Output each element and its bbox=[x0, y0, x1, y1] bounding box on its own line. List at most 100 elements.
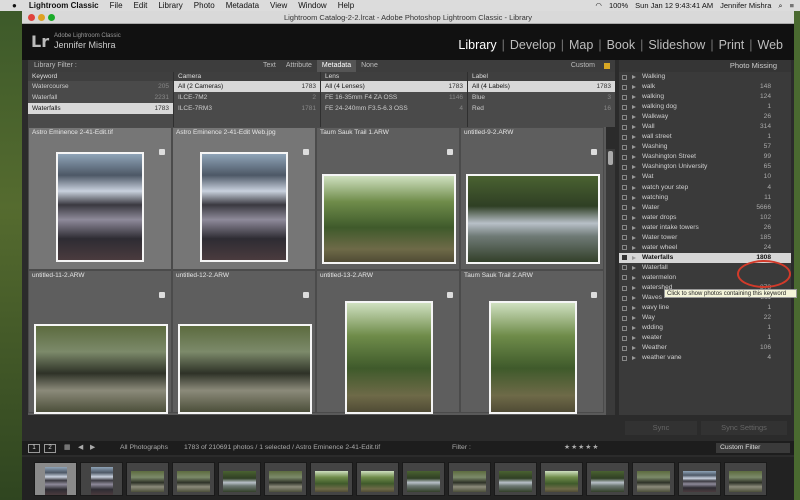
disclosure-triangle-icon[interactable] bbox=[632, 75, 636, 80]
filmstrip-thumb[interactable] bbox=[724, 462, 767, 496]
keyword-checkbox[interactable] bbox=[622, 345, 627, 351]
app-menu[interactable]: Lightroom Classic bbox=[29, 1, 99, 10]
disclosure-triangle-icon[interactable] bbox=[632, 195, 636, 200]
filmstrip-thumb[interactable] bbox=[448, 462, 491, 496]
grid-cell[interactable]: untitled-12-2.ARW bbox=[172, 270, 316, 414]
disclosure-triangle-icon[interactable] bbox=[632, 205, 636, 210]
minimize-window-icon[interactable] bbox=[38, 14, 45, 21]
missing-photo-icon[interactable] bbox=[159, 149, 165, 155]
menu-photo[interactable]: Photo bbox=[194, 1, 215, 10]
photo-thumbnail[interactable] bbox=[178, 324, 312, 414]
wifi-icon[interactable]: ◠ bbox=[595, 1, 602, 10]
scrollbar-thumb[interactable] bbox=[608, 151, 613, 165]
keyword-row[interactable]: walking 124 bbox=[619, 92, 791, 102]
browser-row-selected[interactable]: All (2 Cameras) 1783 bbox=[174, 81, 320, 92]
module-slideshow[interactable]: Slideshow bbox=[643, 38, 710, 52]
disclosure-triangle-icon[interactable] bbox=[632, 135, 636, 140]
keyword-checkbox[interactable] bbox=[622, 124, 627, 130]
keyword-row[interactable]: wall street 1 bbox=[619, 132, 791, 142]
keyword-checkbox[interactable] bbox=[622, 174, 627, 180]
disclosure-triangle-icon[interactable] bbox=[632, 245, 636, 250]
filmstrip-thumb[interactable] bbox=[586, 462, 629, 496]
forward-arrow-icon[interactable]: ▶ bbox=[90, 441, 95, 455]
back-arrow-icon[interactable]: ◀ bbox=[78, 441, 83, 455]
photo-thumbnail[interactable] bbox=[489, 301, 577, 414]
keyword-row[interactable]: Wat 10 bbox=[619, 172, 791, 182]
disclosure-triangle-icon[interactable] bbox=[632, 215, 636, 220]
missing-photo-icon[interactable] bbox=[159, 292, 165, 298]
disclosure-triangle-icon[interactable] bbox=[632, 185, 636, 190]
keyword-row[interactable]: water drops 102 bbox=[619, 213, 791, 223]
source-name[interactable]: All Photographs bbox=[120, 441, 168, 455]
keyword-checkbox[interactable] bbox=[622, 205, 627, 211]
keyword-row[interactable]: Water tower 185 bbox=[619, 233, 791, 243]
photo-thumbnail[interactable] bbox=[200, 152, 288, 262]
filter-tab-none[interactable]: None bbox=[356, 60, 383, 72]
clock[interactable]: Sun Jan 12 9:43:41 AM bbox=[635, 1, 713, 10]
disclosure-triangle-icon[interactable] bbox=[632, 155, 636, 160]
column-header[interactable]: Camera bbox=[174, 72, 320, 81]
keyword-row[interactable]: water wheel 24 bbox=[619, 243, 791, 253]
keyword-checkbox[interactable] bbox=[622, 355, 627, 361]
keyword-checkbox[interactable] bbox=[622, 245, 627, 251]
menu-view[interactable]: View bbox=[270, 1, 287, 10]
keyword-row[interactable]: weater 1 bbox=[619, 333, 791, 343]
module-library[interactable]: Library bbox=[453, 38, 501, 52]
keyword-checkbox[interactable] bbox=[622, 185, 627, 191]
keyword-row[interactable]: watch your step 4 bbox=[619, 183, 791, 193]
custom-filter-dropdown[interactable]: Custom Filter bbox=[716, 443, 790, 453]
keyword-row[interactable]: Walking bbox=[619, 72, 791, 82]
panel-header[interactable]: Photo Missing bbox=[619, 60, 791, 72]
missing-photo-icon[interactable] bbox=[447, 149, 453, 155]
rating-filter-stars[interactable]: ★★★★★ bbox=[564, 441, 599, 455]
filmstrip-thumb[interactable] bbox=[540, 462, 583, 496]
keyword-row[interactable]: walking dog 1 bbox=[619, 102, 791, 112]
missing-photo-icon[interactable] bbox=[303, 292, 309, 298]
disclosure-triangle-icon[interactable] bbox=[632, 286, 636, 290]
disclosure-triangle-icon[interactable] bbox=[632, 235, 636, 240]
keyword-checkbox[interactable] bbox=[622, 154, 627, 160]
filter-tab-text[interactable]: Text bbox=[258, 60, 281, 72]
column-header[interactable]: Label bbox=[468, 72, 615, 81]
grid-view-icon[interactable]: ▦ bbox=[64, 441, 70, 455]
photo-thumbnail[interactable] bbox=[322, 174, 456, 264]
keyword-row[interactable]: Water 5666 bbox=[619, 203, 791, 213]
column-header[interactable]: Lens bbox=[321, 72, 467, 81]
browser-row[interactable]: Watercourse 205 bbox=[28, 81, 173, 92]
disclosure-triangle-icon[interactable] bbox=[632, 306, 636, 311]
grid-cell[interactable]: untitled-9-2.ARW bbox=[460, 127, 604, 270]
primary-window-button[interactable]: 1 bbox=[28, 444, 40, 453]
search-icon[interactable]: ⌕ bbox=[778, 1, 782, 11]
keyword-checkbox[interactable] bbox=[622, 195, 627, 201]
filmstrip-thumb[interactable] bbox=[632, 462, 675, 496]
keyword-row[interactable]: walk 148 bbox=[619, 82, 791, 92]
filmstrip-thumb[interactable] bbox=[172, 462, 215, 496]
keyword-checkbox[interactable] bbox=[622, 255, 627, 261]
apple-menu-icon[interactable]: ● bbox=[12, 1, 17, 10]
disclosure-triangle-icon[interactable] bbox=[632, 115, 636, 120]
keyword-row[interactable]: Washington Street 99 bbox=[619, 152, 791, 162]
grid-cell[interactable]: untitled-11-2.ARW bbox=[28, 270, 172, 414]
disclosure-triangle-icon[interactable] bbox=[632, 145, 636, 150]
filter-tab-metadata[interactable]: Metadata bbox=[316, 60, 357, 72]
keyword-checkbox[interactable] bbox=[622, 275, 627, 281]
disclosure-triangle-icon[interactable] bbox=[632, 85, 636, 90]
photo-thumbnail[interactable] bbox=[56, 152, 144, 262]
browser-row[interactable]: ILCE-7RM3 1781 bbox=[174, 103, 320, 114]
browser-row[interactable]: Waterfall 2231 bbox=[28, 92, 173, 103]
filmstrip-thumb[interactable] bbox=[264, 462, 307, 496]
missing-photo-icon[interactable] bbox=[447, 292, 453, 298]
filmstrip-thumb-selected[interactable] bbox=[34, 462, 77, 496]
browser-row[interactable]: FE 24-240mm F3.5-6.3 OSS 4 bbox=[321, 103, 467, 114]
user-name[interactable]: Jennifer Mishra bbox=[720, 1, 771, 10]
sync-settings-button[interactable]: Sync Settings bbox=[701, 421, 787, 435]
photo-thumbnail[interactable] bbox=[345, 301, 433, 414]
browser-row-selected[interactable]: All (4 Lenses) 1783 bbox=[321, 81, 467, 92]
disclosure-triangle-icon[interactable] bbox=[632, 356, 636, 361]
keyword-checkbox[interactable] bbox=[622, 74, 627, 80]
grid-cell[interactable]: untitled-13-2.ARW bbox=[316, 270, 460, 414]
keyword-checkbox[interactable] bbox=[622, 225, 627, 231]
filmstrip-thumb[interactable] bbox=[218, 462, 261, 496]
keyword-checkbox[interactable] bbox=[622, 134, 627, 140]
grid-cell[interactable]: Taum Sauk Trail 1.ARW bbox=[316, 127, 460, 270]
